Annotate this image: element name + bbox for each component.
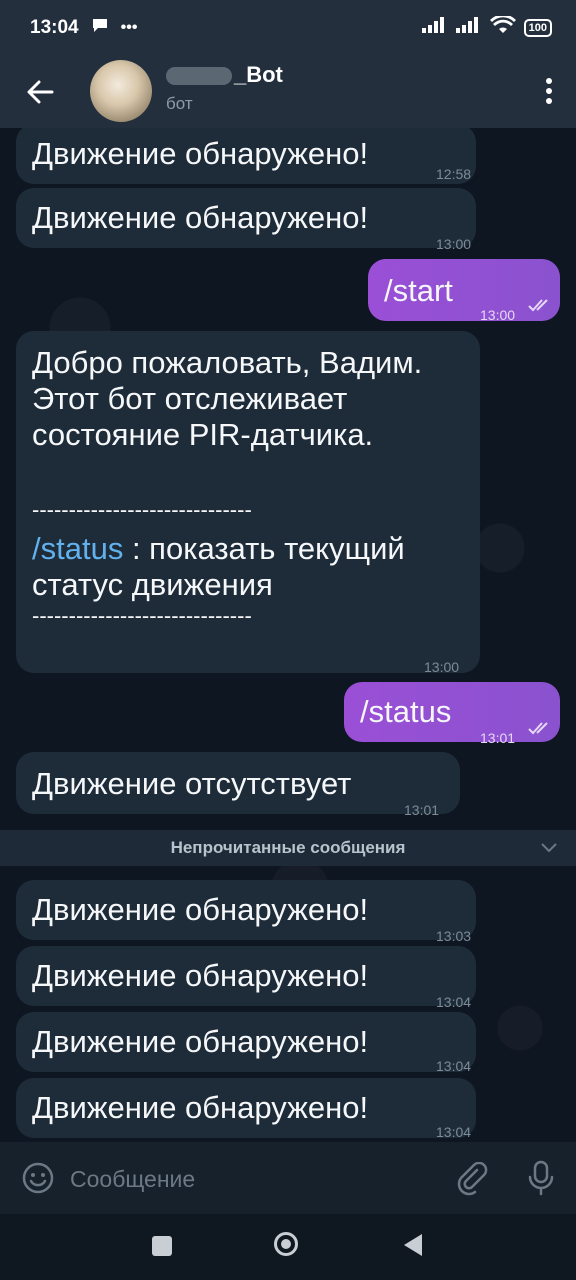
more-vert-icon bbox=[546, 78, 552, 104]
chat-title-suffix: _Bot bbox=[234, 62, 283, 87]
chevron-down-icon[interactable] bbox=[540, 842, 558, 854]
message-time: 12:58 bbox=[436, 166, 472, 182]
system-back-button[interactable] bbox=[404, 1234, 422, 1256]
command-line: /status : показать текущий bbox=[32, 531, 472, 567]
message-bubble[interactable]: Движение обнаружено! 13:04 bbox=[16, 1012, 476, 1074]
status-bar: 13:04 ••• 100 bbox=[0, 0, 576, 56]
attach-button[interactable] bbox=[457, 1161, 489, 1196]
message-text: Движение обнаружено! bbox=[32, 136, 369, 171]
avatar[interactable] bbox=[90, 60, 152, 122]
signal-icon bbox=[421, 17, 448, 39]
message-text: Движение обнаружено! bbox=[32, 200, 369, 235]
message-time: 13:01 bbox=[404, 802, 440, 818]
chat-title[interactable]: _Bot bbox=[166, 62, 283, 88]
battery-icon: 100 bbox=[523, 19, 552, 37]
signal-icon-2 bbox=[455, 17, 482, 39]
recent-apps-button[interactable] bbox=[152, 1236, 172, 1256]
message-line: Этот бот отслеживает bbox=[32, 381, 348, 416]
attach-icon bbox=[457, 1161, 488, 1196]
status-time: 13:04 bbox=[30, 17, 79, 38]
wifi-icon bbox=[489, 14, 516, 40]
message-time: 13:04 bbox=[436, 1124, 472, 1140]
blurred-name bbox=[166, 67, 232, 86]
back-arrow-icon bbox=[27, 80, 54, 104]
message-bubble-outgoing[interactable]: /status 13:01 bbox=[344, 682, 560, 746]
more-menu-button[interactable] bbox=[544, 76, 554, 106]
message-text: Движение обнаружено! bbox=[32, 1090, 369, 1125]
message-bubble-outgoing[interactable]: /start 13:00 bbox=[368, 259, 560, 323]
message-text: Движение обнаружено! bbox=[32, 892, 369, 927]
divider-line: ------------------------------ bbox=[32, 497, 252, 522]
message-text: /status bbox=[360, 694, 452, 729]
status-command-link[interactable]: /status bbox=[32, 531, 123, 566]
mic-icon bbox=[528, 1160, 554, 1196]
message-line: состояние PIR-датчика. bbox=[32, 417, 374, 452]
message-bubble[interactable]: Добро пожаловать, Вадим. Этот бот отслеж… bbox=[16, 331, 480, 675]
message-line: статус движения bbox=[32, 567, 273, 602]
message-bubble[interactable]: Движение обнаружено! 13:00 bbox=[16, 188, 476, 252]
system-navigation-bar bbox=[0, 1214, 576, 1280]
message-bubble[interactable]: Движение обнаружено! 13:04 bbox=[16, 1078, 476, 1140]
chat-header: _Bot бот bbox=[0, 56, 576, 128]
back-button[interactable] bbox=[22, 74, 58, 110]
message-bubble[interactable]: Движение обнаружено! 12:58 bbox=[16, 128, 476, 184]
message-text: Движение обнаружено! bbox=[32, 1024, 369, 1059]
message-text: /start bbox=[384, 273, 453, 308]
command-description: : показать текущий bbox=[123, 531, 405, 566]
voice-message-button[interactable] bbox=[526, 1160, 556, 1196]
message-bubble[interactable]: Движение обнаружено! 13:04 bbox=[16, 946, 476, 1010]
chat-subtitle: бот bbox=[166, 94, 193, 113]
more-notifications-icon: ••• bbox=[120, 19, 138, 36]
unread-label: Непрочитанные сообщения bbox=[170, 838, 406, 857]
message-text: Добро пожаловать, Вадим. Этот бот отслеж… bbox=[32, 345, 472, 629]
unread-messages-divider: Непрочитанные сообщения bbox=[0, 830, 576, 866]
message-line: Добро пожаловать, Вадим. bbox=[32, 345, 423, 380]
home-button[interactable] bbox=[274, 1232, 298, 1256]
notification-icon bbox=[91, 17, 109, 39]
message-input-bar: Сообщение bbox=[0, 1142, 576, 1214]
message-bubble[interactable]: Движение обнаружено! 13:03 bbox=[16, 880, 476, 944]
divider-line: ------------------------------ bbox=[32, 603, 252, 628]
emoji-button[interactable] bbox=[22, 1162, 54, 1194]
message-text: Движение обнаружено! bbox=[32, 958, 369, 993]
message-time: 13:00 bbox=[480, 307, 516, 323]
message-time: 13:01 bbox=[480, 730, 516, 746]
double-check-icon bbox=[528, 299, 548, 312]
chat-area[interactable]: Движение обнаружено! 12:58 Движение обна… bbox=[0, 128, 576, 1142]
message-time: 13:00 bbox=[424, 659, 460, 675]
double-check-icon bbox=[528, 722, 548, 735]
message-input[interactable]: Сообщение bbox=[70, 1164, 430, 1194]
message-bubble[interactable]: Движение отсутствует 13:01 bbox=[16, 752, 460, 818]
message-text: Движение отсутствует bbox=[32, 766, 352, 801]
emoji-icon bbox=[22, 1162, 54, 1194]
message-time: 13:00 bbox=[436, 236, 472, 252]
